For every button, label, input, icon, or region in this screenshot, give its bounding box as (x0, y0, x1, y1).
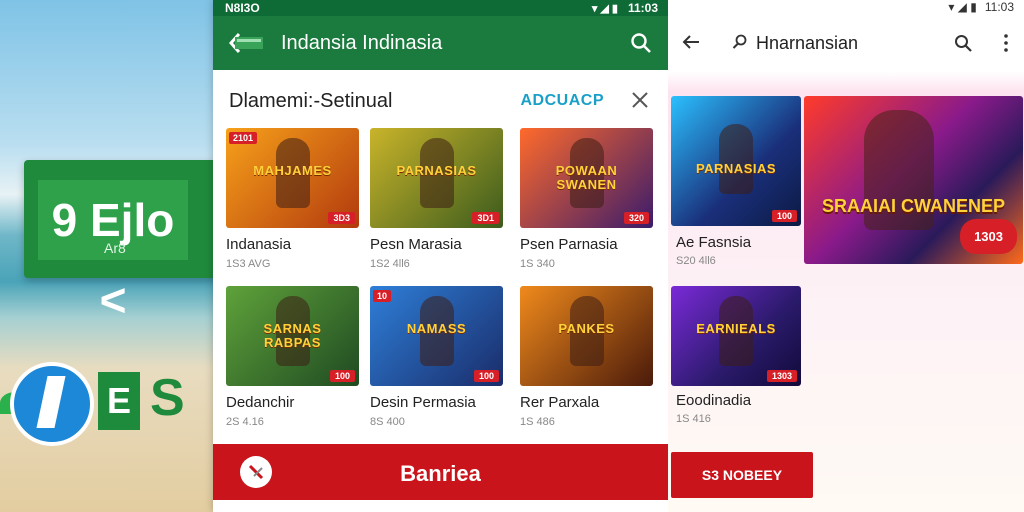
brand-s-logo: S (150, 369, 185, 427)
game-meta: 1S 416 (676, 413, 711, 425)
game-thumbnail[interactable]: PARNASIAS 3D1 (370, 128, 503, 228)
game-logo-text: MAHJAMES (253, 163, 332, 178)
price-badge: 100 (771, 210, 797, 222)
game-card[interactable]: NAMASS 10 100 Desin Permasia 8S 400 (370, 286, 503, 428)
game-logo-text: NAMASS (406, 321, 467, 336)
price-badge: 1303 (960, 219, 1017, 254)
close-icon[interactable] (630, 90, 650, 110)
price-badge: 3D1 (472, 212, 499, 224)
game-meta: 8S 400 (370, 416, 405, 428)
game-thumbnail[interactable]: MAHJAMES 2101 3D3 (226, 128, 359, 228)
sheet-header: Dlamemi:-Setinual ADCUACP (213, 70, 668, 130)
game-logo-text: EARNIEALS (696, 321, 776, 336)
app-bar: Indansia Indinasia (213, 16, 668, 70)
status-bar: N8I3O ▾ ◢ ▮ 11:03 (213, 0, 668, 16)
bottom-action-bar[interactable]: Banriea (213, 444, 668, 500)
wifi-signal-icon: ▾ ◢ ▮ (591, 3, 618, 15)
sheet-action-button[interactable]: ADCUACP (521, 92, 605, 110)
featured-game-thumbnail[interactable]: SRAAIAI CWANENEP 1303 (804, 96, 1023, 264)
price-badge: 100 (329, 370, 355, 382)
game-thumbnail[interactable]: SARNAS RABPAS 100 (226, 286, 359, 386)
game-name: Rer Parxala (520, 394, 600, 411)
game-card[interactable]: PARNASIAS 3D1 Pesn Marasia 1S2 4ll6 (370, 128, 503, 270)
search-bar: Hnarnansian (668, 16, 1024, 70)
game-meta: S20 4ll6 (676, 255, 716, 267)
game-logo-text: SARNAS RABPAS (263, 321, 322, 350)
game-thumbnail[interactable]: POWAAN SWANEN 320 (520, 128, 653, 228)
price-badge: 100 (473, 370, 499, 382)
sheet-title: Dlamemi:-Setinual (229, 90, 393, 112)
game-logo-text: PANKES (558, 321, 615, 336)
game-card[interactable]: POWAAN SWANEN 320 Psen Parnasia 1S 340 (520, 128, 653, 270)
game-name: Pesn Marasia (370, 236, 462, 253)
game-logo-text: PARNASIAS (695, 161, 777, 176)
status-time: ▾ ◢ ▮ 11:03 (591, 1, 658, 15)
corner-badge: 2101 (229, 132, 258, 144)
status-bar-right: ▾ ◢ ▮ 11:03 (668, 0, 1024, 16)
search-icon[interactable] (630, 32, 652, 54)
brand-e-logo: E (98, 372, 140, 430)
phone-screen: N8I3O ▾ ◢ ▮ 11:03 Indansia Indinasia Dlam… (213, 0, 668, 512)
price-badge: 1303 (766, 370, 797, 382)
game-meta: 2S 4.16 (226, 416, 264, 428)
game-card[interactable]: MAHJAMES 2101 3D3 Indanasia 1S3 AVG (226, 128, 359, 270)
game-name: Ae Fasnsia (676, 234, 752, 251)
search-field-icon (732, 34, 747, 49)
game-meta: 1S 486 (520, 416, 555, 428)
game-meta: 1S2 4ll6 (370, 258, 410, 270)
status-time-right: ▾ ◢ ▮ 11:03 (948, 0, 1014, 14)
price-badge: 3D3 (328, 212, 355, 224)
background-sign: 9 Ejlo < (24, 160, 215, 326)
more-vert-icon[interactable] (1004, 34, 1008, 52)
corner-badge: 10 (373, 290, 392, 302)
game-card[interactable]: PANKES Rer Parxala 1S 486 (520, 286, 653, 428)
search-query-text[interactable]: Hnarnansian (756, 33, 858, 54)
background-beach-image: 9 Ejlo < Ar8 E S (0, 0, 215, 512)
game-logo-text: PARNASIAS (396, 163, 477, 178)
back-arrow-icon[interactable] (682, 34, 700, 50)
back-arrow-icon[interactable] (229, 32, 265, 54)
brand-circle-logo (10, 362, 94, 446)
sign-subtext: Ar8 (104, 240, 126, 256)
game-thumbnail[interactable]: PARNASIAS 100 (671, 96, 801, 226)
game-thumbnail[interactable]: PANKES (520, 286, 653, 386)
game-thumbnail[interactable]: EARNIEALS 1303 (671, 286, 801, 386)
game-meta: 1S3 AVG (226, 258, 271, 270)
game-name: Indanasia (226, 236, 292, 253)
status-left-text: N8I3O (225, 1, 260, 15)
right-action-button[interactable]: S3 NOBEEY (671, 452, 813, 498)
price-badge: 320 (623, 212, 649, 224)
search-icon[interactable] (954, 34, 972, 52)
game-meta: 1S 340 (520, 258, 555, 270)
right-panel: ▾ ◢ ▮ 11:03 Hnarnansian PARNASIAS 100 Ae F… (668, 0, 1024, 512)
app-title: Indansia Indinasia (281, 32, 443, 54)
game-name: Psen Parnasia (520, 236, 618, 253)
game-name: Eoodinadia (676, 392, 752, 409)
game-logo-text: POWAAN SWANEN (555, 163, 618, 192)
game-card[interactable]: SARNAS RABPAS 100 Dedanchir 2S 4.16 (226, 286, 359, 428)
bottom-action-label[interactable]: Banriea (213, 461, 668, 487)
game-name: Dedanchir (226, 394, 295, 411)
game-logo-text: SRAAIAI CWANENEP (821, 196, 1005, 216)
game-thumbnail[interactable]: NAMASS 10 100 (370, 286, 503, 386)
game-name: Desin Permasia (370, 394, 476, 411)
